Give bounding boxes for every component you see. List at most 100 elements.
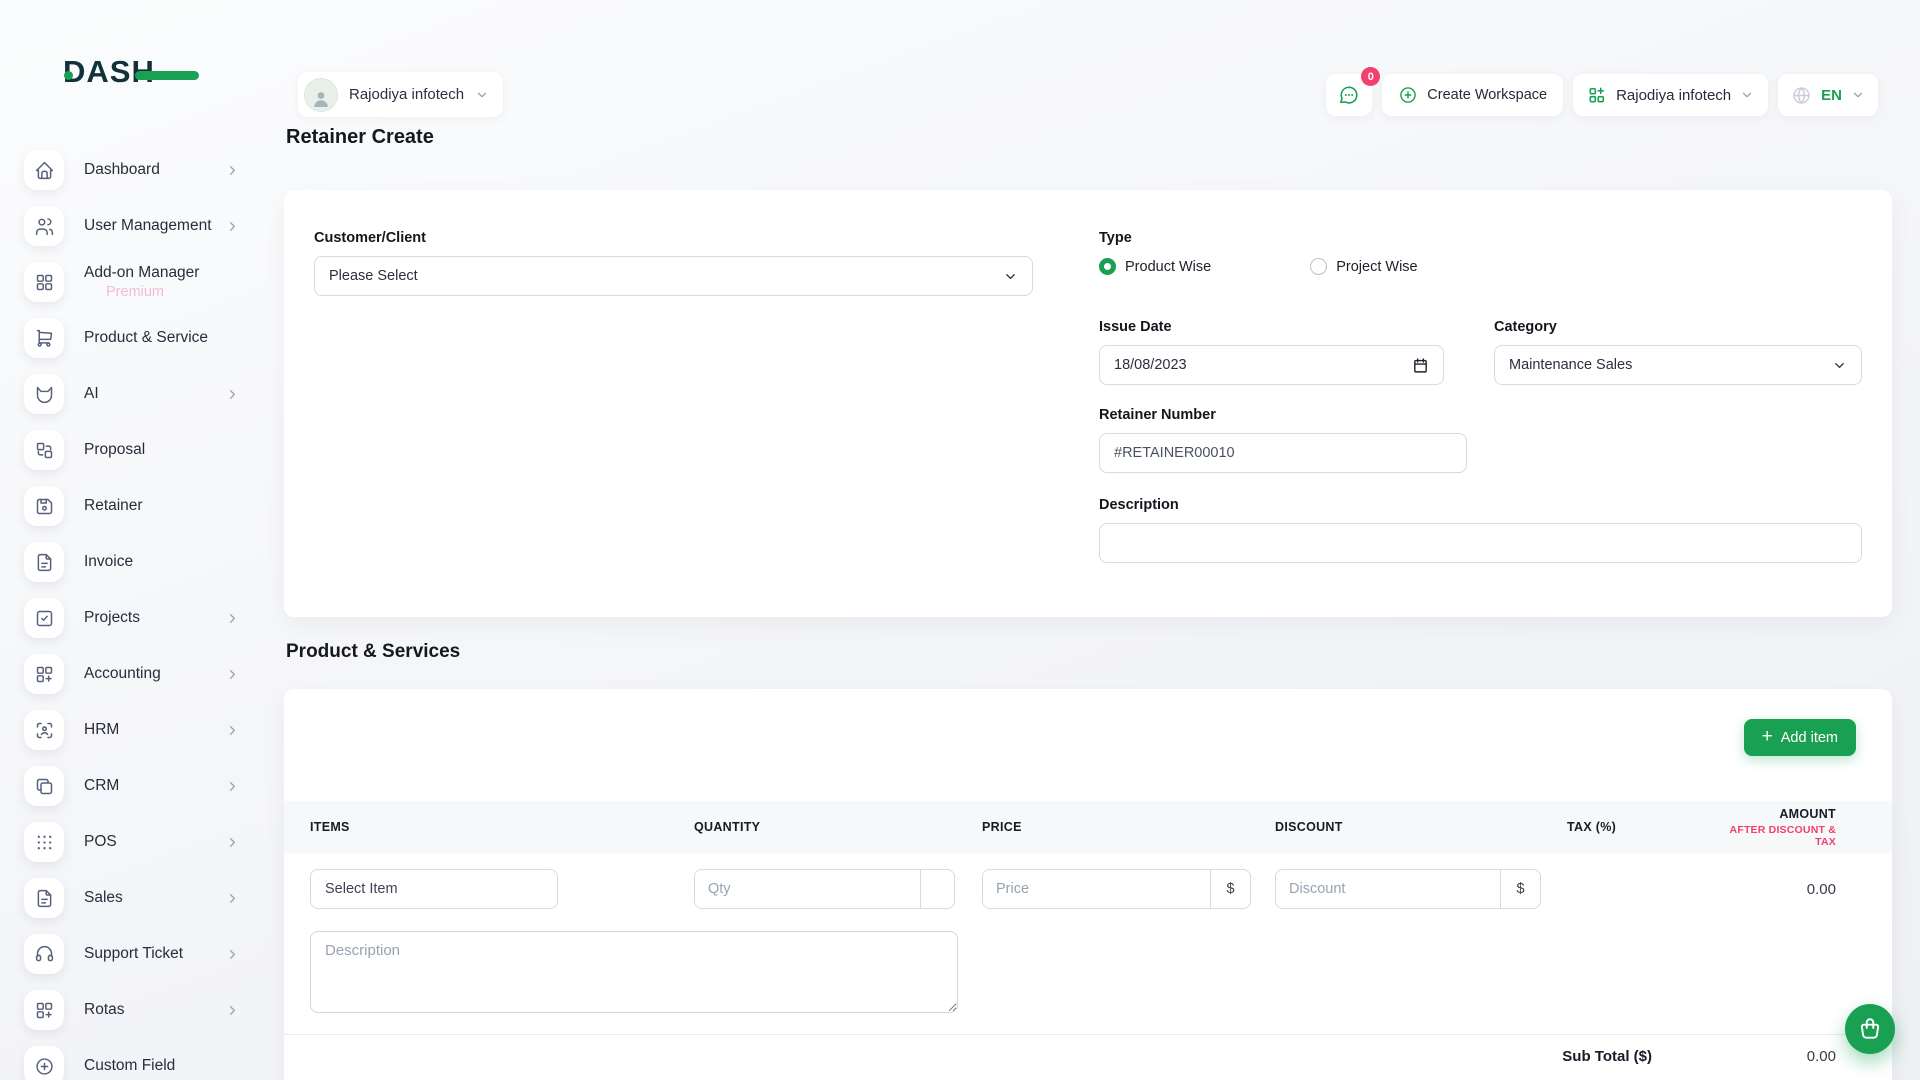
sidebar-item-label: AI: [84, 384, 99, 403]
sidebar-item-rotas[interactable]: Rotas: [0, 982, 262, 1038]
sidebar-item-label: Rotas: [84, 1000, 125, 1019]
sidebar-item-ai[interactable]: AI: [0, 366, 262, 422]
sidebar-item-proposal[interactable]: Proposal: [0, 422, 262, 478]
file-icon: [24, 542, 64, 582]
plus-circle-icon: [1398, 85, 1418, 105]
topbar-actions: 0 Create Workspace Rajodiya infotech EN: [1326, 74, 1878, 116]
add-item-button[interactable]: + Add item: [1744, 719, 1856, 756]
sidebar-item-dashboard[interactable]: Dashboard: [0, 142, 262, 198]
chevron-down-icon: [1832, 358, 1847, 373]
table-row: Select Item $ $: [284, 853, 1892, 909]
sidebar-item-label: Add-on ManagerPremium: [84, 263, 199, 302]
description-textarea[interactable]: [1099, 523, 1862, 563]
sidebar-item-pos[interactable]: POS: [0, 814, 262, 870]
sidebar-item-label: HRM: [84, 720, 119, 739]
sidebar-item-hrm[interactable]: HRM: [0, 702, 262, 758]
sidebar-item-label: Product & Service: [84, 328, 208, 347]
chevron-down-icon: [1740, 88, 1754, 102]
radio-selected-icon: [1099, 258, 1116, 275]
cart-fab-button[interactable]: [1845, 1004, 1895, 1054]
dash-logo[interactable]: DASH: [63, 54, 203, 96]
create-workspace-label: Create Workspace: [1427, 87, 1547, 103]
item-select-value: Select Item: [325, 881, 398, 897]
sidebar-item-sales[interactable]: Sales: [0, 870, 262, 926]
quantity-input[interactable]: [695, 870, 920, 908]
chevron-right-icon: [225, 667, 240, 682]
chevron-down-icon: [1851, 88, 1865, 102]
category-field: Category Maintenance Sales: [1494, 319, 1862, 385]
price-input-group: $: [982, 869, 1251, 909]
chevron-right-icon: [225, 723, 240, 738]
description-field: Description: [1099, 497, 1862, 568]
customer-select[interactable]: Please Select: [314, 256, 1033, 296]
chevron-right-icon: [225, 779, 240, 794]
sidebar-item-retainer[interactable]: Retainer: [0, 478, 262, 534]
description-label: Description: [1099, 497, 1862, 513]
row-amount: 0.00: [1712, 881, 1866, 898]
item-select[interactable]: Select Item: [310, 869, 558, 909]
price-input[interactable]: [983, 870, 1210, 908]
chevron-down-icon: [475, 88, 489, 102]
retainer-number-input[interactable]: [1099, 433, 1467, 473]
company-switcher[interactable]: Rajodiya infotech: [1573, 74, 1768, 116]
issue-date-input[interactable]: 18/08/2023: [1099, 345, 1444, 385]
messenger-button[interactable]: 0: [1326, 74, 1372, 116]
chevron-right-icon: [225, 163, 240, 178]
col-tax: TAX (%): [1567, 820, 1712, 834]
type-option-product-wise[interactable]: Product Wise: [1099, 258, 1211, 275]
quantity-stepper[interactable]: [920, 870, 954, 908]
logo-green-dot: [64, 71, 73, 80]
workspace-switcher[interactable]: Rajodiya infotech: [298, 72, 503, 117]
app-screen: DASH Dashboard User Management Add-on Ma…: [0, 0, 1920, 1080]
radio-unselected-icon: [1310, 258, 1327, 275]
workspace-avatar: [304, 78, 338, 112]
cat-icon: [24, 374, 64, 414]
grid-add-icon: [24, 654, 64, 694]
copy-icon: [24, 766, 64, 806]
discount-input-group: $: [1275, 869, 1541, 909]
sidebar-item-label: CRM: [84, 776, 119, 795]
discount-input[interactable]: [1276, 870, 1500, 908]
sidebar-item-label: Proposal: [84, 440, 145, 459]
type-option-project-wise[interactable]: Project Wise: [1310, 258, 1417, 275]
chevron-right-icon: [225, 835, 240, 850]
retainer-number-label: Retainer Number: [1099, 407, 1467, 423]
subtotal-label: Sub Total ($): [310, 1048, 1712, 1065]
sidebar-item-label: Dashboard: [84, 160, 160, 179]
sidebar-item-crm[interactable]: CRM: [0, 758, 262, 814]
sidebar-item-custom-field[interactable]: Custom Field: [0, 1038, 262, 1080]
plus-icon: +: [1762, 727, 1773, 746]
user-scan-icon: [24, 710, 64, 750]
chevron-right-icon: [225, 1003, 240, 1018]
shopping-bag-icon: [1857, 1016, 1883, 1042]
calendar-icon: [1412, 357, 1429, 374]
category-label: Category: [1494, 319, 1862, 335]
chevron-right-icon: [225, 947, 240, 962]
sidebar-item-product-service[interactable]: Product & Service: [0, 310, 262, 366]
sidebar-item-label: User Management: [84, 216, 212, 235]
sidebar-item-support-ticket[interactable]: Support Ticket: [0, 926, 262, 982]
language-selector[interactable]: EN: [1778, 74, 1878, 116]
sidebar-item-addon-manager[interactable]: Add-on ManagerPremium: [0, 254, 262, 310]
sidebar-item-label: Projects: [84, 608, 140, 627]
category-select[interactable]: Maintenance Sales: [1494, 345, 1862, 385]
sidebar-item-accounting[interactable]: Accounting: [0, 646, 262, 702]
type-label: Type: [1099, 230, 1862, 246]
sidebar-item-projects[interactable]: Projects: [0, 590, 262, 646]
company-name: Rajodiya infotech: [1616, 87, 1731, 104]
create-workspace-button[interactable]: Create Workspace: [1382, 74, 1563, 116]
circle-plus-icon: [24, 1046, 64, 1080]
sidebar-item-label: Retainer: [84, 496, 143, 515]
sidebar-item-user-management[interactable]: User Management: [0, 198, 262, 254]
page-title: Retainer Create: [286, 126, 434, 149]
currency-addon: $: [1210, 870, 1250, 908]
customer-select-value: Please Select: [329, 268, 418, 284]
item-description-textarea[interactable]: [310, 931, 958, 1013]
cart-icon: [24, 318, 64, 358]
transform-icon: [24, 430, 64, 470]
subtotal-row: Sub Total ($) 0.00: [284, 1034, 1892, 1078]
sidebar-item-invoice[interactable]: Invoice: [0, 534, 262, 590]
grid-add-icon: [24, 990, 64, 1030]
form-right-column: Type Product Wise Project Wise Issue Dat…: [1099, 230, 1862, 568]
grid-plus-icon: [1587, 85, 1607, 105]
